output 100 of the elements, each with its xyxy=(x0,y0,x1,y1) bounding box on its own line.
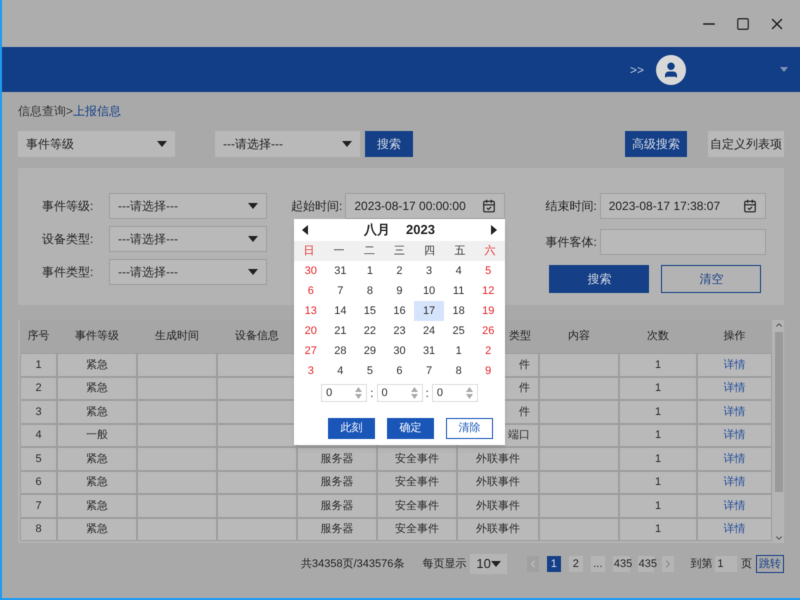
calendar-day[interactable]: 31 xyxy=(326,261,356,281)
calendar-day[interactable]: 26 xyxy=(473,321,503,341)
table-cell: 3 xyxy=(20,400,57,424)
filter-label: 事件客体: xyxy=(545,234,597,251)
time-spinner[interactable]: 0 xyxy=(376,384,422,402)
table-cell: 紧急 xyxy=(57,494,137,518)
calendar-day[interactable]: 7 xyxy=(326,281,356,301)
picker-button[interactable]: 清除 xyxy=(446,418,493,439)
calendar-day[interactable]: 23 xyxy=(384,321,414,341)
field-select[interactable]: 事件等级 xyxy=(18,131,175,157)
details-link[interactable]: 详情 xyxy=(697,447,772,470)
maximize-icon[interactable] xyxy=(736,16,750,30)
filter-search-button[interactable]: 搜索 xyxy=(549,265,650,293)
page-button[interactable]: 435 xyxy=(612,556,630,572)
jump-button[interactable]: 跳转 xyxy=(756,555,784,573)
breadcrumb-current: 上报信息 xyxy=(73,103,122,120)
calendar-day[interactable]: 31 xyxy=(414,341,444,361)
dropdown-caret-icon xyxy=(248,236,258,242)
calendar-day[interactable]: 27 xyxy=(296,341,326,361)
calendar-day[interactable]: 6 xyxy=(296,281,326,301)
calendar-day[interactable]: 1 xyxy=(355,261,385,281)
dropdown-caret-icon xyxy=(248,203,258,209)
calendar-day[interactable]: 3 xyxy=(296,361,326,381)
caret-icon xyxy=(490,561,501,567)
table-cell: 安全事件 xyxy=(377,447,457,470)
calendar-day[interactable]: 14 xyxy=(326,301,356,321)
select-field[interactable]: ---请选择--- xyxy=(109,226,267,252)
weekday-label: 三 xyxy=(392,244,406,259)
details-link[interactable]: 详情 xyxy=(697,376,772,400)
calendar-day[interactable]: 20 xyxy=(296,321,326,341)
picker-button[interactable]: 确定 xyxy=(387,418,434,439)
calendar-day[interactable]: 10 xyxy=(414,281,444,301)
calendar-day[interactable]: 5 xyxy=(355,361,385,381)
details-link[interactable]: 详情 xyxy=(697,518,772,541)
more-link[interactable]: >> xyxy=(630,60,644,78)
calendar-day[interactable]: 28 xyxy=(326,341,356,361)
year-label: 2023 xyxy=(406,221,435,240)
calendar-day[interactable]: 12 xyxy=(473,281,503,301)
goto-page-field[interactable]: 1 xyxy=(715,556,737,572)
details-link[interactable]: 详情 xyxy=(697,424,772,447)
page-button[interactable]: 2 xyxy=(568,556,583,572)
calendar-day[interactable]: 4 xyxy=(444,261,474,281)
calendar-day[interactable]: 17 xyxy=(414,301,444,321)
previous-month-icon[interactable] xyxy=(302,225,308,235)
search-button[interactable]: 搜索 xyxy=(365,131,413,157)
calendar-day[interactable]: 2 xyxy=(384,261,414,281)
calendar-day[interactable]: 7 xyxy=(414,361,444,381)
calendar-day[interactable]: 22 xyxy=(355,321,385,341)
select-field[interactable]: ---请选择--- xyxy=(109,259,267,285)
picker-button[interactable]: 此刻 xyxy=(328,418,375,439)
calendar-day[interactable]: 6 xyxy=(384,361,414,381)
end-time-field[interactable]: 2023-08-17 17:38:07 xyxy=(600,193,766,219)
table-cell: 服务器 xyxy=(297,518,377,541)
calendar-day[interactable]: 19 xyxy=(473,301,503,321)
custom-columns-button[interactable]: 自定义列表项 xyxy=(708,131,784,157)
calendar-day[interactable]: 29 xyxy=(355,341,385,361)
clear-button[interactable]: 清空 xyxy=(661,265,762,293)
calendar-day[interactable]: 16 xyxy=(384,301,414,321)
dropdown-caret-icon xyxy=(157,141,167,147)
page-button[interactable]: ... xyxy=(590,556,605,572)
details-link[interactable]: 详情 xyxy=(697,353,772,376)
calendar-icon[interactable] xyxy=(482,199,496,213)
calendar-day[interactable]: 4 xyxy=(326,361,356,381)
calendar-day[interactable]: 18 xyxy=(444,301,474,321)
calendar-day[interactable]: 11 xyxy=(444,281,474,301)
table-cell: 2 xyxy=(20,376,57,400)
details-link[interactable]: 详情 xyxy=(697,400,772,424)
calendar-day[interactable]: 8 xyxy=(355,281,385,301)
value-select[interactable]: ---请选择--- xyxy=(215,131,360,157)
calendar-day[interactable]: 15 xyxy=(355,301,385,321)
event-object-field[interactable] xyxy=(600,229,766,255)
calendar-day[interactable]: 21 xyxy=(326,321,356,341)
advanced-search-button[interactable]: 高级搜索 xyxy=(625,131,687,157)
table-cell: 1 xyxy=(619,470,697,494)
calendar-day[interactable]: 30 xyxy=(296,261,326,281)
time-spinner[interactable]: 0 xyxy=(432,384,478,402)
scrollbar[interactable] xyxy=(773,320,784,543)
user-menu-caret-icon[interactable] xyxy=(780,67,788,72)
calendar-day[interactable]: 13 xyxy=(296,301,326,321)
table-cell: 1 xyxy=(20,353,57,376)
details-link[interactable]: 详情 xyxy=(697,470,772,494)
select-field[interactable]: ---请选择--- xyxy=(109,193,267,219)
calendar-day[interactable]: 24 xyxy=(414,321,444,341)
calendar-day[interactable]: 5 xyxy=(473,261,503,281)
table-cell: 服务器 xyxy=(297,494,377,518)
calendar-day[interactable]: 25 xyxy=(444,321,474,341)
calendar-day[interactable]: 30 xyxy=(384,341,414,361)
calendar-day[interactable]: 3 xyxy=(414,261,444,281)
calendar-day[interactable]: 9 xyxy=(384,281,414,301)
page-size-select[interactable]: 10 xyxy=(470,554,507,574)
avatar-icon[interactable] xyxy=(656,54,686,84)
start-time-field[interactable]: 2023-08-17 00:00:00 xyxy=(345,193,506,219)
details-link[interactable]: 详情 xyxy=(697,494,772,518)
next-month-icon[interactable] xyxy=(490,225,497,235)
calendar-icon[interactable] xyxy=(742,199,757,213)
page-button[interactable]: 1 xyxy=(546,556,561,572)
breadcrumb-link[interactable]: 信息查询> xyxy=(18,102,74,120)
page-button[interactable]: 435 xyxy=(638,556,654,572)
time-spinner[interactable]: 0 xyxy=(321,384,368,402)
table-cell: 1 xyxy=(619,447,697,470)
